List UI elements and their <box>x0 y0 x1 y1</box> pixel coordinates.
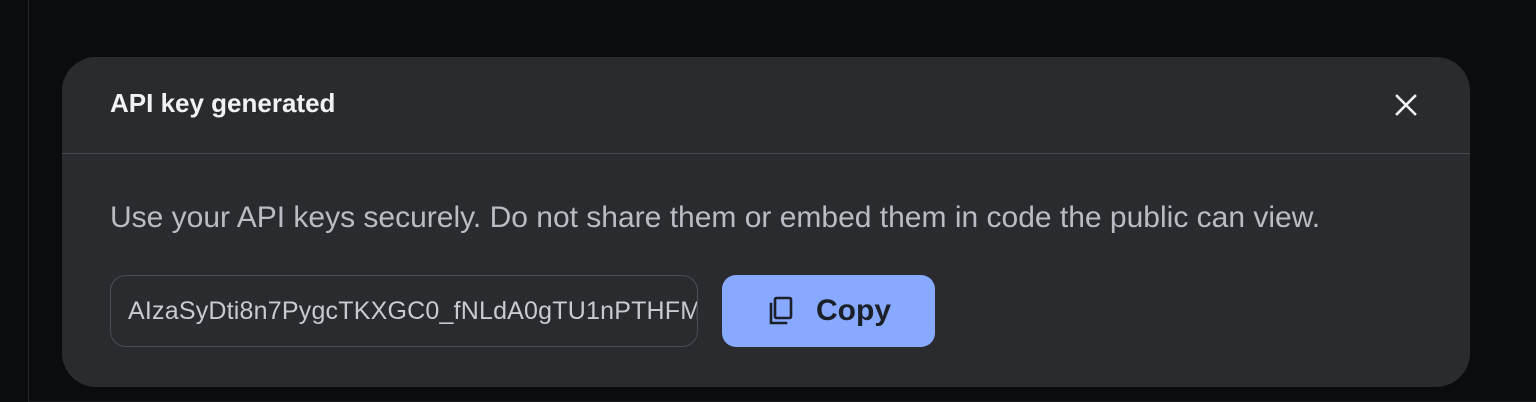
api-key-field[interactable]: AIzaSyDti8n7PygcTKXGC0_fNLdA0gTU1nPTHFM <box>110 275 698 347</box>
dialog-title: API key generated <box>110 88 336 118</box>
dialog-header: API key generated <box>62 57 1470 154</box>
api-key-value[interactable]: AIzaSyDti8n7PygcTKXGC0_fNLdA0gTU1nPTHFM <box>128 296 697 326</box>
copy-label: Copy <box>816 294 891 327</box>
copy-button[interactable]: Copy <box>722 275 935 347</box>
api-key-generated-dialog: API key generated Use your API keys secu… <box>62 57 1470 387</box>
copy-icon <box>769 296 793 325</box>
background-sidebar-edge <box>0 0 29 402</box>
close-button[interactable] <box>1380 79 1432 131</box>
dialog-message: Use your API keys securely. Do not share… <box>110 201 1321 234</box>
close-icon <box>1395 94 1417 116</box>
